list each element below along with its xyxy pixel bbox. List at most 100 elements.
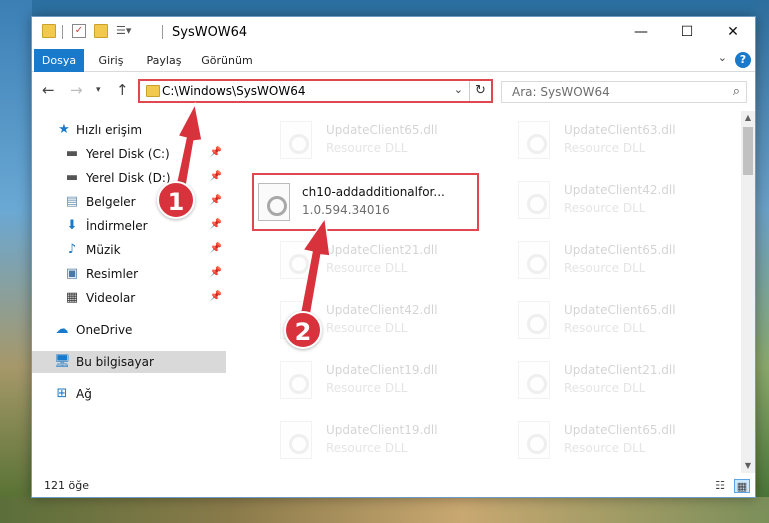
file-name: UpdateClient63.dll (564, 123, 676, 137)
forward-arrow-icon[interactable]: → (70, 81, 83, 99)
tab-home[interactable]: Giriş (88, 49, 134, 72)
sidebar-item-quick-access[interactable]: ★ Hızlı erişim (32, 119, 226, 141)
file-name: UpdateClient42.dll (564, 183, 676, 197)
refresh-icon[interactable]: ↻ (469, 81, 491, 101)
sidebar-item-network[interactable]: ⊞ Ağ (32, 383, 226, 405)
list-item[interactable]: UpdateClient65.dll Resource DLL (490, 293, 710, 345)
sidebar-item-this-pc[interactable]: 🖥 Bu bilgisayar (32, 351, 226, 373)
navigation-pane: ★ Hızlı erişim ▬ Yerel Disk (C:) 📌 ▬ Yer… (32, 111, 226, 471)
search-icon[interactable]: ⌕ (733, 84, 740, 99)
address-dropdown-icon[interactable]: ⌄ (454, 83, 463, 96)
dll-file-icon (280, 421, 312, 459)
pin-icon[interactable]: 📌 (210, 219, 222, 230)
sidebar-item-downloads[interactable]: ⬇ İndirmeler 📌 (32, 215, 226, 237)
expand-ribbon-icon[interactable]: ⌄ (718, 51, 727, 64)
sidebar-item-label: Resimler (86, 267, 139, 281)
documents-icon: ▤ (65, 194, 79, 209)
list-item[interactable]: UpdateClient21.dll Resource DLL (490, 353, 710, 405)
file-type: Resource DLL (326, 261, 408, 275)
sidebar-item-label: Hızlı erişim (76, 123, 143, 137)
folder-icon (42, 24, 56, 38)
desktop-background-bottom (0, 497, 769, 523)
up-arrow-icon[interactable]: ↑ (116, 81, 129, 99)
list-item[interactable]: UpdateClient65.dll Resource DLL (252, 113, 472, 165)
sidebar-item-label: Ağ (76, 387, 92, 401)
pin-icon[interactable]: 📌 (210, 267, 222, 278)
address-path[interactable]: C:\Windows\SysWOW64 (162, 84, 306, 98)
tab-view[interactable]: Görünüm (194, 49, 260, 72)
sidebar-item-disk-d[interactable]: ▬ Yerel Disk (D:) 📌 (32, 167, 226, 189)
dll-file-icon (280, 361, 312, 399)
title-bar: ✓ ☰▾ SysWOW64 — ☐ ✕ (32, 17, 755, 47)
computer-icon: 🖥 (54, 354, 71, 369)
minimize-button[interactable]: — (618, 17, 664, 47)
sidebar-item-pictures[interactable]: ▣ Resimler 📌 (32, 263, 226, 285)
pin-icon[interactable]: 📌 (210, 291, 222, 302)
highlighted-file[interactable]: ch10-addadditionalfor... 1.0.594.34016 (252, 173, 479, 231)
file-type: Resource DLL (564, 261, 646, 275)
new-folder-icon[interactable] (94, 24, 108, 38)
list-item[interactable]: UpdateClient63.dll Resource DLL (490, 113, 710, 165)
list-item[interactable]: UpdateClient65.dll Resource DLL (490, 233, 710, 285)
file-name: ch10-addadditionalfor... (302, 185, 445, 199)
cloud-icon: ☁ (55, 322, 69, 337)
video-icon: ▦ (65, 290, 79, 305)
scroll-up-icon[interactable]: ▲ (741, 111, 755, 125)
quick-access-toolbar-icon[interactable]: ☰▾ (116, 24, 131, 38)
pin-icon[interactable]: 📌 (210, 195, 222, 206)
sidebar-item-label: Müzik (86, 243, 121, 257)
dll-file-icon (518, 241, 550, 279)
pin-icon[interactable]: 📌 (210, 243, 222, 254)
music-icon: ♪ (67, 242, 77, 257)
recent-locations-chevron-icon[interactable]: ▾ (96, 85, 101, 95)
back-arrow-icon[interactable]: ← (42, 81, 55, 99)
desktop-background-right (755, 0, 769, 523)
list-item[interactable]: UpdateClient19.dll Resource DLL (252, 413, 472, 465)
address-row: ← → ▾ ↑ C:\Windows\SysWOW64 ⌄ ↻ Ara: Sys… (32, 73, 755, 109)
sidebar-item-videos[interactable]: ▦ Videolar 📌 (32, 287, 226, 309)
sidebar-item-disk-c[interactable]: ▬ Yerel Disk (C:) 📌 (32, 143, 226, 165)
file-type: Resource DLL (564, 201, 646, 215)
address-folder-icon (146, 85, 160, 97)
step-2-badge: 2 (284, 311, 322, 349)
details-view-icon[interactable]: ☷ (712, 479, 728, 493)
sidebar-item-label: Bu bilgisayar (76, 355, 154, 369)
pin-icon[interactable]: 📌 (210, 147, 222, 158)
sidebar-item-label: Yerel Disk (D:) (86, 171, 171, 185)
vertical-scrollbar[interactable]: ▲ ▼ (741, 111, 755, 473)
file-type: Resource DLL (564, 141, 646, 155)
tab-file[interactable]: Dosya (34, 49, 84, 72)
dll-file-icon (518, 121, 550, 159)
sidebar-item-onedrive[interactable]: ☁ OneDrive (32, 319, 226, 341)
list-item[interactable]: UpdateClient42.dll Resource DLL (490, 173, 710, 225)
file-type: Resource DLL (326, 381, 408, 395)
properties-icon[interactable]: ✓ (72, 24, 86, 38)
file-name: UpdateClient19.dll (326, 363, 438, 377)
tiles-view-icon[interactable]: ▦ (734, 479, 750, 493)
scroll-down-icon[interactable]: ▼ (741, 459, 755, 473)
file-list: UpdateClient65.dll Resource DLL UpdateCl… (226, 111, 741, 473)
file-type: Resource DLL (326, 141, 408, 155)
list-item[interactable]: UpdateClient19.dll Resource DLL (252, 353, 472, 405)
help-icon[interactable]: ? (735, 52, 751, 68)
search-input[interactable]: Ara: SysWOW64 ⌕ (501, 81, 747, 103)
explorer-window: ✓ ☰▾ SysWOW64 — ☐ ✕ Dosya Giriş Paylaş G… (31, 16, 756, 498)
scrollbar-thumb[interactable] (743, 127, 753, 175)
sidebar-item-music[interactable]: ♪ Müzik 📌 (32, 239, 226, 261)
list-item[interactable]: UpdateClient21.dll Resource DLL (252, 233, 472, 285)
dll-file-icon (518, 181, 550, 219)
pin-icon[interactable]: 📌 (210, 171, 222, 182)
maximize-button[interactable]: ☐ (664, 17, 710, 47)
star-icon: ★ (58, 122, 70, 137)
window-title: SysWOW64 (172, 25, 248, 40)
tab-share[interactable]: Paylaş (138, 49, 190, 72)
close-button[interactable]: ✕ (710, 17, 756, 47)
file-name: UpdateClient21.dll (564, 363, 676, 377)
file-type: Resource DLL (564, 381, 646, 395)
sidebar-item-label: Belgeler (86, 195, 136, 209)
sidebar-item-documents[interactable]: ▤ Belgeler 📌 (32, 191, 226, 213)
address-bar[interactable]: C:\Windows\SysWOW64 ⌄ ↻ (138, 79, 493, 103)
dll-file-icon (518, 361, 550, 399)
dll-file-icon (518, 421, 550, 459)
list-item[interactable]: UpdateClient65.dll Resource DLL (490, 413, 710, 465)
